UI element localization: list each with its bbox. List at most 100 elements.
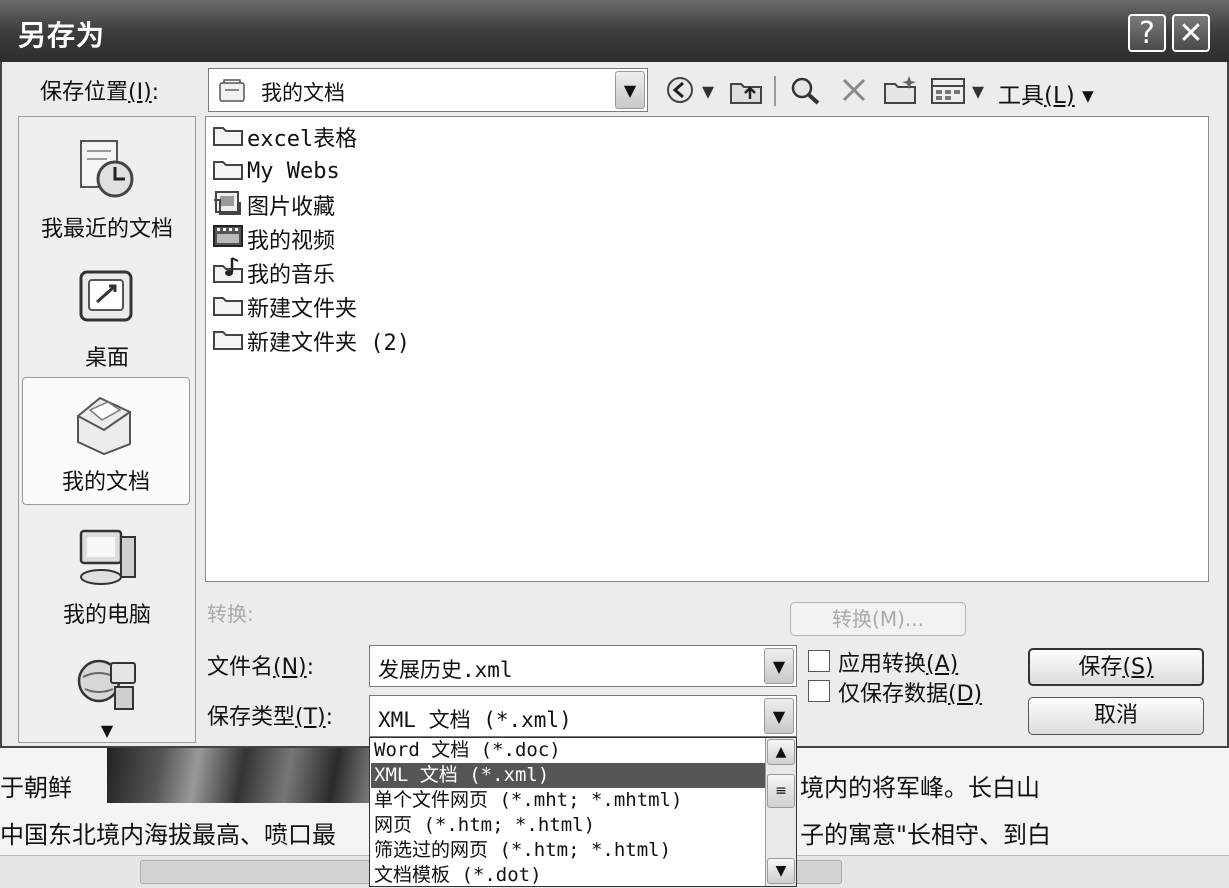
place-label-documents: 我的文档 (61, 470, 150, 495)
place-label-desktop: 桌面 (84, 346, 129, 371)
tools-dropdown-icon: ▾ (1082, 83, 1094, 109)
save-in-colon: : (151, 80, 160, 105)
dropdown-option[interactable]: 筛选过的网页 (*.htm; *.html) (374, 838, 671, 863)
picture-folder-icon (212, 188, 244, 222)
save-in-label-text: 保存位置 (40, 80, 129, 105)
my-documents-small-icon (217, 78, 247, 108)
file-list: excel表格 My Webs 图片收藏 我的视频 我的音乐 新建文件夹 新建文… (205, 116, 1209, 582)
apply-transform-checkbox[interactable] (808, 650, 830, 672)
filename-value: 发展历史.xml (378, 658, 513, 682)
doc-text-line2-right: 子的寓意"长相守、到白 (800, 821, 1052, 849)
filetype-label-text: 保存类型 (207, 705, 296, 730)
tools-label: 工具 (998, 83, 1044, 109)
save-button-accel: (S) (1122, 655, 1154, 680)
place-label-recent: 我最近的文档 (40, 217, 173, 242)
places-scroll-down-icon[interactable]: ▼ (19, 723, 195, 739)
chevron-down-icon[interactable]: ▼ (615, 71, 645, 109)
up-folder-icon[interactable] (728, 74, 764, 110)
transform-button[interactable]: 转换(M)... (790, 602, 966, 636)
search-web-icon[interactable] (788, 74, 822, 110)
recent-docs-icon (19, 133, 195, 211)
file-name: excel表格 (247, 127, 358, 152)
save-in-combo[interactable]: 我的文档 ▼ (208, 68, 648, 112)
cancel-button[interactable]: 取消 (1028, 697, 1204, 735)
views-icon[interactable] (930, 76, 966, 110)
back-dropdown-icon[interactable]: ▾ (702, 74, 714, 108)
filetype-colon: : (325, 705, 334, 730)
dropdown-option[interactable]: Word 文档 (*.doc) (374, 738, 561, 763)
apply-transform-accel: (A) (926, 652, 959, 677)
place-label-computer: 我的电脑 (62, 603, 151, 628)
dropdown-option[interactable]: 文档模板 (*.dot) (374, 863, 542, 886)
document-image (107, 748, 407, 803)
filetype-dropdown-list: Word 文档 (*.doc) XML 文档 (*.xml) 单个文件网页 (*… (369, 737, 797, 887)
list-item[interactable]: My Webs (212, 155, 340, 187)
apply-transform-text: 应用转换 (838, 652, 927, 677)
dropdown-scrollbar[interactable]: ▲ ≡ ▼ (765, 738, 796, 886)
help-button[interactable]: ? (1128, 14, 1166, 52)
save-data-only-text: 仅保存数据 (838, 682, 949, 707)
network-places-icon (19, 651, 195, 723)
place-my-computer[interactable]: 我的电脑 (19, 523, 195, 629)
delete-icon[interactable] (838, 74, 870, 110)
apply-transform-label[interactable]: 应用转换(A) (838, 646, 958, 678)
title-bar[interactable] (0, 0, 1229, 62)
save-button-label: 保存 (1078, 655, 1123, 680)
dropdown-option[interactable]: 单个文件网页 (*.mht; *.mhtml) (374, 788, 682, 813)
music-folder-icon (212, 256, 244, 290)
save-in-label: 保存位置(I): (40, 74, 159, 106)
back-icon[interactable] (664, 74, 696, 110)
scroll-up-icon[interactable]: ▲ (767, 739, 795, 765)
folder-icon (212, 324, 244, 358)
tools-menu[interactable]: 工具(L) ▾ (998, 76, 1094, 110)
transform-label: 转换: (207, 602, 254, 626)
filename-input[interactable]: 发展历史.xml ▼ (369, 645, 797, 687)
folder-icon (212, 290, 244, 324)
desktop-icon (19, 262, 195, 340)
save-data-only-label[interactable]: 仅保存数据(D) (838, 676, 982, 708)
my-documents-icon (23, 390, 189, 464)
save-in-value: 我的文档 (261, 81, 345, 105)
scroll-down-icon[interactable]: ▼ (767, 858, 795, 884)
new-folder-icon[interactable] (882, 74, 918, 110)
save-in-accel: (I) (128, 80, 152, 105)
file-name: 新建文件夹 (2) (247, 331, 410, 356)
places-bar: 我最近的文档 桌面 我的文档 我的电脑 ▼ (18, 116, 196, 743)
dropdown-option-selected[interactable]: XML 文档 (*.xml) (371, 763, 766, 788)
filetype-label: 保存类型(T): (207, 699, 333, 731)
chevron-down-icon[interactable]: ▼ (764, 698, 794, 734)
place-desktop[interactable]: 桌面 (19, 262, 195, 372)
list-item[interactable]: 新建文件夹 (2) (212, 325, 410, 357)
chevron-down-icon[interactable]: ▼ (764, 648, 794, 684)
list-item[interactable]: 图片收藏 (212, 189, 335, 221)
filename-accel: (N) (273, 655, 307, 680)
views-dropdown-icon[interactable]: ▾ (972, 74, 984, 108)
file-name: 图片收藏 (247, 195, 336, 220)
filetype-accel: (T) (295, 705, 326, 730)
place-recent-documents[interactable]: 我最近的文档 (19, 133, 195, 243)
video-folder-icon (212, 222, 244, 256)
filetype-select[interactable]: XML 文档 (*.xml) ▼ (369, 695, 797, 737)
scroll-thumb[interactable]: ≡ (767, 774, 795, 808)
doc-text-line1-right: 境内的将军峰。长白山 (800, 774, 1040, 802)
filename-colon: : (306, 655, 315, 680)
dropdown-option[interactable]: 网页 (*.htm; *.html) (374, 813, 595, 838)
list-item[interactable]: excel表格 (212, 121, 357, 153)
close-button[interactable]: ✕ (1172, 14, 1210, 52)
place-my-documents[interactable]: 我的文档 (22, 377, 190, 505)
doc-text-line2-left: 中国东北境内海拔最高、喷口最 (0, 821, 336, 849)
save-button[interactable]: 保存(S) (1028, 648, 1204, 686)
toolbar-divider (774, 76, 776, 106)
list-item[interactable]: 我的音乐 (212, 257, 335, 289)
place-network[interactable]: ▼ (19, 651, 195, 739)
file-name: 我的音乐 (247, 263, 336, 288)
folder-icon (212, 120, 244, 154)
list-item[interactable]: 我的视频 (212, 223, 335, 255)
save-data-only-checkbox[interactable] (808, 680, 830, 702)
list-item[interactable]: 新建文件夹 (212, 291, 357, 323)
file-name: 新建文件夹 (247, 297, 358, 322)
filetype-value: XML 文档 (*.xml) (378, 708, 572, 732)
doc-text-line1-left: 于朝鲜 (0, 774, 72, 802)
file-name: 我的视频 (247, 229, 336, 254)
dialog-title: 另存为 (18, 19, 106, 52)
